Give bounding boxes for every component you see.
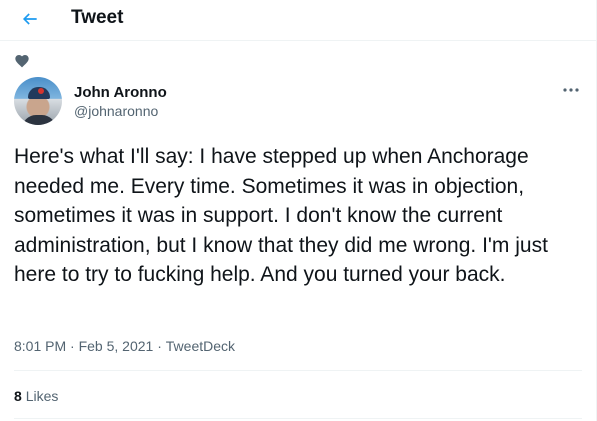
meta-separator: · (66, 338, 79, 354)
author-name[interactable]: John Aronno (74, 84, 167, 101)
avatar-cap-logo (38, 88, 44, 94)
more-icon (563, 88, 579, 92)
back-button[interactable] (16, 5, 44, 33)
tweet-source[interactable]: TweetDeck (166, 338, 235, 354)
author-handle[interactable]: @johnaronno (74, 103, 158, 119)
likes-label: Likes (25, 388, 59, 404)
likes-count: 8 (14, 388, 22, 404)
avatar-shirt (22, 115, 56, 125)
page-title: Tweet (71, 7, 124, 28)
top-bar: Tweet (0, 0, 597, 41)
tweet-text: Here's what I'll say: I have stepped up … (14, 145, 548, 286)
avatar[interactable] (14, 77, 62, 125)
likes-stat[interactable]: 8 Likes (14, 388, 58, 404)
heart-icon (15, 55, 29, 68)
tweet-metadata: 8:01 PM · Feb 5, 2021 · TweetDeck (14, 338, 235, 354)
divider (14, 370, 582, 371)
tweet-time[interactable]: 8:01 PM (14, 338, 66, 354)
more-options-button[interactable] (560, 82, 582, 98)
meta-separator: · (153, 338, 166, 354)
tweet-date[interactable]: Feb 5, 2021 (79, 338, 154, 354)
arrow-left-icon (22, 13, 37, 25)
divider (14, 418, 582, 419)
